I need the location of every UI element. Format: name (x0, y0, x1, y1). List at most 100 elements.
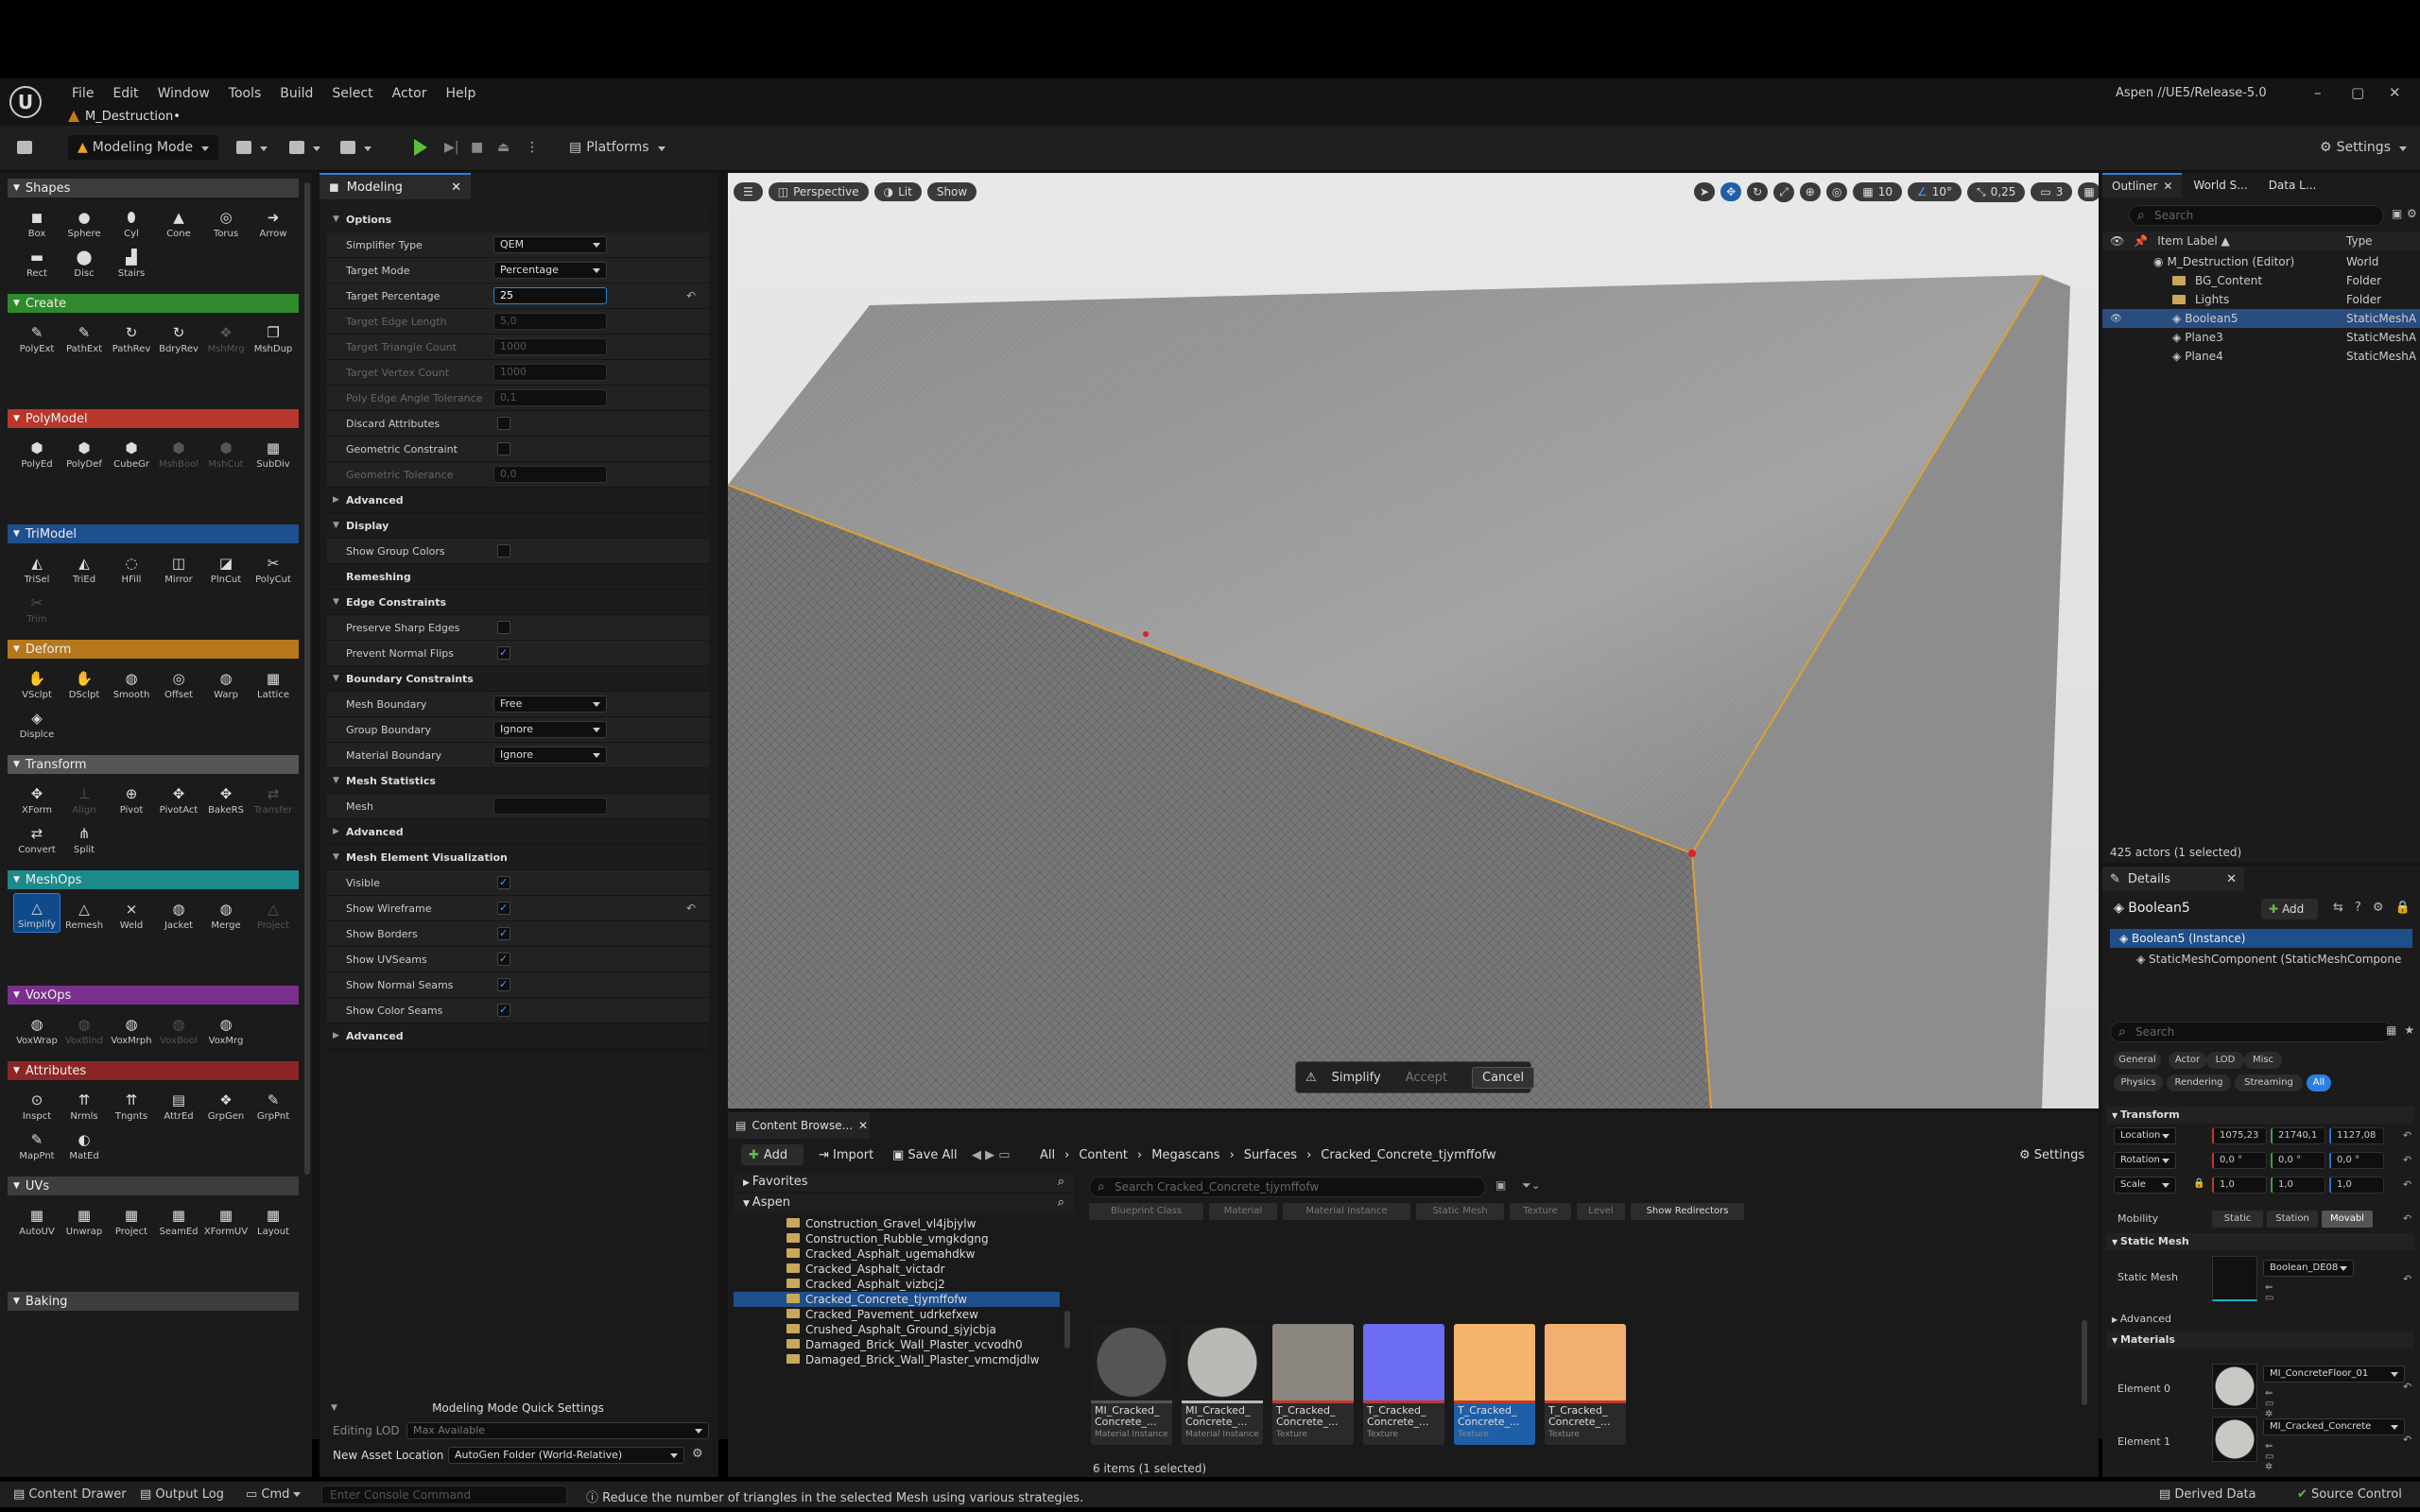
tool-nrmls[interactable]: ⇈ Nrmls (60, 1084, 108, 1124)
tool-stairs[interactable]: ▟ Stairs (108, 241, 155, 281)
outliner-row[interactable]: ◉ M_Destruction (Editor) World (2102, 252, 2420, 271)
close-tab-icon[interactable]: ✕ (451, 180, 461, 195)
target-mode-dropdown[interactable]: Percentage (493, 262, 607, 279)
location-y-input[interactable]: 21740,1 (2271, 1127, 2325, 1144)
show-wireframe-checkbox[interactable] (497, 902, 510, 915)
section-trimodel[interactable]: ▼ TriModel (8, 524, 299, 543)
reset-icon[interactable]: ↶ (2403, 1381, 2411, 1393)
outliner-search-input[interactable]: Search (2129, 205, 2384, 226)
discard-attributes-checkbox[interactable] (497, 417, 510, 430)
tool-polydef[interactable]: ⬢ PolyDef (60, 432, 108, 472)
tool-split[interactable]: ⋔ Split (60, 817, 108, 857)
item-label-column[interactable]: Item Label ▲ (2157, 234, 2230, 248)
tool-pathext[interactable]: ✎ PathExt (60, 317, 108, 356)
tool-xform[interactable]: ✥ XForm (13, 778, 60, 817)
add-actor-icon[interactable] (236, 135, 268, 160)
tool-arrow[interactable]: ➜ Arrow (250, 201, 297, 241)
section-transform[interactable]: ▼ Transform (8, 755, 299, 774)
tool-dsclpt[interactable]: ✋ DSclpt (60, 662, 108, 702)
tool-layout[interactable]: ▦ Layout (250, 1199, 297, 1239)
import-button[interactable]: ⇥ Import (819, 1148, 873, 1162)
tool-jacket[interactable]: ◍ Jacket (155, 893, 202, 933)
location-x-input[interactable]: 1075,23 (2212, 1127, 2267, 1144)
menu-actor[interactable]: Actor (387, 82, 433, 105)
reset-icon[interactable]: ↶ (686, 902, 696, 915)
tool-cubegr[interactable]: ⬢ CubeGr (108, 432, 155, 472)
instance-row[interactable]: ◈ Boolean5 (Instance) (2110, 929, 2412, 948)
material-dropdown[interactable]: MI_Cracked_Concrete (2263, 1418, 2405, 1435)
mesh-boundary-dropdown[interactable]: Free (493, 696, 607, 713)
asset-tile[interactable]: T_Cracked_ Concrete_... Texture (1363, 1324, 1444, 1445)
filter-lod[interactable]: LOD (2206, 1052, 2244, 1069)
show-uvseams-checkbox[interactable] (497, 953, 510, 966)
favorite-star-icon[interactable]: ★ (2404, 1023, 2414, 1037)
mobility-station[interactable]: Station (2267, 1211, 2318, 1228)
folder-item[interactable]: Crushed_Asphalt_Ground_sjyjcbja (734, 1322, 1060, 1337)
section-uvs[interactable]: ▼ UVs (8, 1177, 299, 1195)
prop-advanced[interactable]: ▶ Advanced (327, 819, 709, 845)
viewport-scene[interactable] (728, 173, 2099, 1108)
target-percentage-input[interactable]: 25 (493, 287, 607, 304)
tool-voxbool[interactable]: ◍ VoxBool (155, 1008, 202, 1048)
tool-mated[interactable]: ◐ MatEd (60, 1124, 108, 1163)
close-tab-icon[interactable]: ✕ (858, 1119, 868, 1132)
visible-checkbox[interactable] (497, 876, 510, 889)
tool-seamed[interactable]: ▦ SeamEd (155, 1199, 202, 1239)
material-thumbnail[interactable] (2212, 1417, 2257, 1462)
folder-item[interactable]: Cracked_Pavement_udrkefxew (734, 1307, 1060, 1322)
section-create[interactable]: ▼ Create (8, 294, 299, 313)
unreal-logo-icon[interactable]: U (9, 86, 42, 118)
scale-z-input[interactable]: 1,0 (2329, 1177, 2384, 1194)
tool-grppnt[interactable]: ✎ GrpPnt (250, 1084, 297, 1124)
show-group-colors-checkbox[interactable] (497, 544, 510, 558)
cinematics-icon[interactable] (340, 135, 372, 160)
folder-scrollbar[interactable] (1064, 1311, 1070, 1349)
grid-view-icon[interactable]: ▦ (2386, 1023, 2396, 1037)
location-settings-icon[interactable]: ⚙ (692, 1447, 703, 1461)
tool-lattice[interactable]: ▦ Lattice (250, 662, 297, 702)
tool-torus[interactable]: ◎ Torus (202, 201, 250, 241)
filter-streaming[interactable]: Streaming (2235, 1074, 2303, 1091)
section-baking[interactable]: ▼ Baking (8, 1292, 299, 1311)
derived-data-button[interactable]: ▤ Derived Data (2159, 1487, 2256, 1502)
play-icon[interactable] (414, 135, 427, 160)
tool-remesh[interactable]: △ Remesh (60, 893, 108, 933)
menu-edit[interactable]: Edit (107, 82, 144, 105)
tab-outliner[interactable]: Outliner ✕ (2102, 173, 2183, 198)
tool-simplify[interactable]: △ Simplify (13, 893, 60, 933)
tool-transfer[interactable]: ⇄ Transfer (250, 778, 297, 817)
reset-icon[interactable]: ↶ (2403, 1129, 2411, 1142)
menu-help[interactable]: Help (440, 82, 481, 105)
settings-menu[interactable]: ⚙ Settings (2320, 135, 2407, 160)
tool-subdiv[interactable]: ▦ SubDiv (250, 432, 297, 472)
gear-icon[interactable]: ⚙ (2407, 207, 2417, 220)
level-viewport[interactable]: ☰ ◫ Perspective ◑ Lit Show ➤ ✥ ↻ ⤢ ⊕ ◎ ▦ 10… (728, 173, 2099, 1108)
filter-physics[interactable]: Physics (2114, 1074, 2163, 1091)
reset-icon[interactable]: ↶ (2403, 1273, 2411, 1285)
location-z-input[interactable]: 1127,08 (2329, 1127, 2384, 1144)
close-window-icon[interactable]: ✕ (2389, 84, 2401, 101)
maximize-icon[interactable]: ▢ (2351, 84, 2364, 101)
tool-mshdup[interactable]: ❐ MshDup (250, 317, 297, 356)
visibility-icon[interactable]: 👁 (2110, 314, 2122, 324)
tool-voxmrg[interactable]: ◍ VoxMrg (202, 1008, 250, 1048)
tool-xformuv[interactable]: ▦ XFormUV (202, 1199, 250, 1239)
reset-icon[interactable]: ↶ (2403, 1178, 2411, 1191)
menu-tools[interactable]: Tools (223, 82, 268, 105)
accept-button[interactable]: Accept (1396, 1068, 1457, 1088)
tool-trim[interactable]: ✂ Trim (13, 587, 60, 627)
material-actions-icon[interactable]: ⇐ ▭ ✲ (2265, 1388, 2273, 1419)
save-all-button[interactable]: ▣ Save All (892, 1148, 958, 1162)
breadcrumb-item[interactable]: All (1040, 1148, 1055, 1162)
output-log-button[interactable]: ▤ Output Log (140, 1487, 224, 1502)
reset-icon[interactable]: ↶ (2403, 1212, 2411, 1225)
tool-box[interactable]: ◼ Box (13, 201, 60, 241)
back-icon[interactable]: ◀ (972, 1148, 985, 1162)
outliner-row[interactable]: ◈ Plane3 StaticMeshA (2102, 328, 2420, 347)
select-mode-icon[interactable]: ➤ (1694, 182, 1716, 201)
folder-item[interactable]: Construction_Gravel_vl4jbjylw (734, 1216, 1060, 1231)
scale-y-input[interactable]: 1,0 (2271, 1177, 2325, 1194)
tool-attred[interactable]: ▤ AttrEd (155, 1084, 202, 1124)
mode-selector[interactable]: ▲ Modeling Mode (68, 135, 219, 160)
stop-icon[interactable]: ■ (471, 135, 483, 160)
